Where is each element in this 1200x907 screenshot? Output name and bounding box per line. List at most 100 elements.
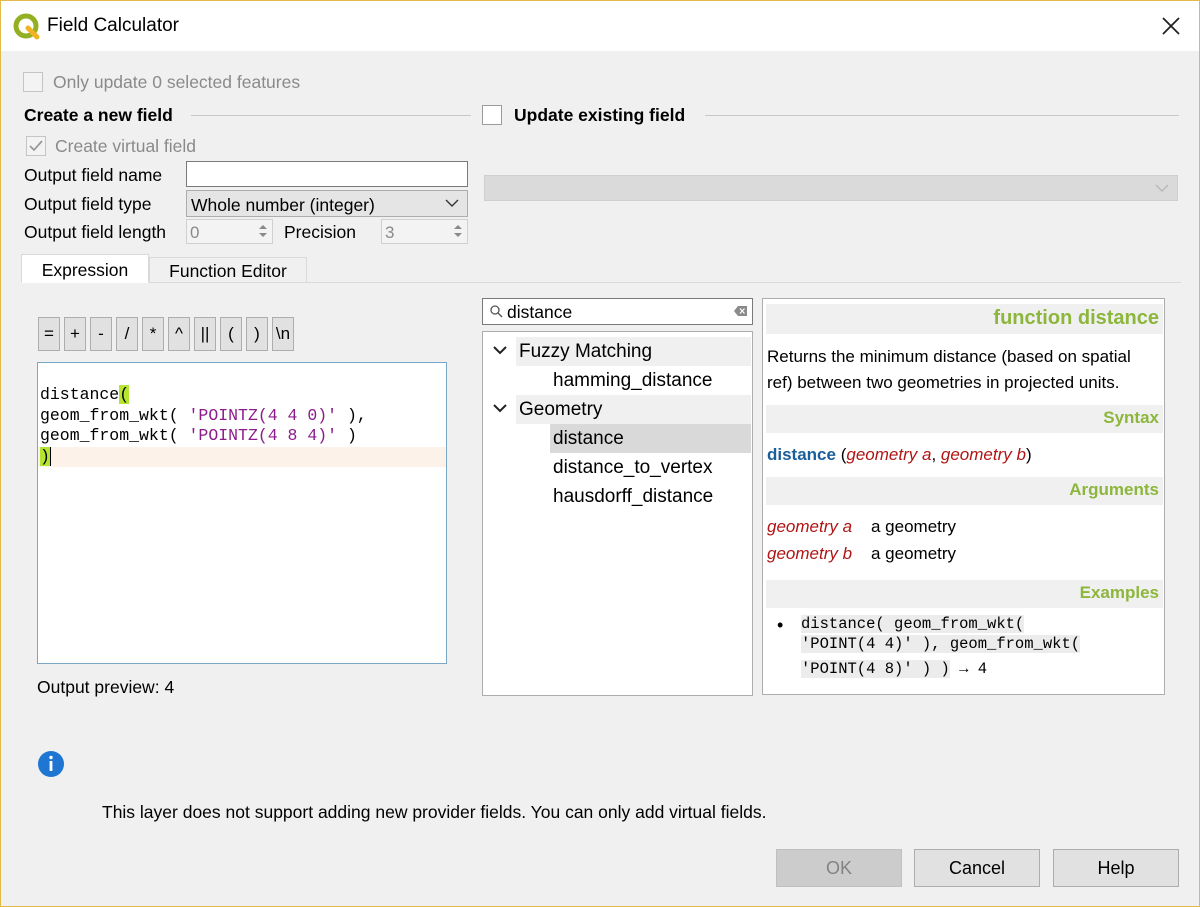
syntax-comma: , (931, 445, 941, 464)
operator-newline-button[interactable]: \n (272, 317, 294, 351)
function-help-panel: function distance Returns the minimum di… (762, 298, 1165, 695)
search-value: distance (507, 302, 573, 322)
existing-field-select[interactable] (484, 175, 1178, 201)
matched-brace: ( (119, 385, 130, 404)
ok-button[interactable]: OK (776, 849, 902, 887)
chevron-down-icon (1155, 184, 1169, 192)
update-existing-field-checkbox[interactable] (482, 105, 502, 125)
help-syntax: distance (geometry a, geometry b) (767, 445, 1032, 465)
example-line-2: 'POINT(4 4)' ), geom_from_wkt( (801, 635, 1081, 653)
help-argument-row: geometry b a geometry (767, 544, 956, 564)
help-title: function distance (766, 304, 1163, 334)
help-description-line-2: ref) between two geometries in projected… (767, 373, 1120, 392)
code-text: geom_from_wkt( (40, 426, 189, 445)
output-field-name-input[interactable] (186, 161, 468, 187)
chevron-down-icon[interactable] (492, 345, 508, 357)
help-button[interactable]: Help (1053, 849, 1179, 887)
current-line-highlight (38, 447, 446, 467)
update-existing-field-title: Update existing field (514, 105, 686, 125)
code-text: ), (337, 406, 367, 425)
clear-search-icon[interactable] (734, 305, 748, 317)
tab-expression[interactable]: Expression (21, 254, 149, 283)
window-title: Field Calculator (47, 15, 179, 36)
create-virtual-field-label: Create virtual field (55, 136, 197, 156)
precision-spinbox[interactable]: 3 (381, 219, 468, 244)
tree-item-distance-to-vertex[interactable]: distance_to_vertex (553, 457, 713, 479)
output-field-name-label: Output field name (24, 165, 163, 185)
only-update-selected-checkbox[interactable] (23, 72, 43, 92)
tree-category-geometry[interactable]: Geometry (519, 399, 602, 421)
code-function-name: distance (40, 385, 120, 404)
output-field-length-label: Output field length (24, 222, 167, 242)
help-syntax-header: Syntax (766, 405, 1163, 433)
create-field-group-title: Create a new field (24, 105, 173, 125)
chevron-down-icon (445, 199, 459, 207)
group-separator (191, 115, 471, 116)
info-message: This layer does not support adding new p… (102, 802, 767, 822)
syntax-paren: ) (1025, 445, 1032, 464)
help-description-line-1: Returns the minimum distance (based on s… (767, 347, 1131, 366)
chevron-down-icon[interactable] (492, 403, 508, 415)
operator-multiply-button[interactable]: * (142, 317, 164, 351)
example-line-1: distance( geom_from_wkt( (801, 615, 1025, 633)
field-calculator-dialog: Field Calculator Only update 0 selected … (0, 0, 1200, 907)
syntax-function-name: distance (767, 445, 836, 464)
output-field-length-spinbox[interactable]: 0 (186, 219, 273, 244)
argument-name: geometry a (767, 517, 853, 536)
spin-arrows-icon[interactable] (257, 222, 269, 240)
precision-label: Precision (284, 222, 356, 242)
only-update-selected-label: Only update 0 selected features (53, 72, 301, 92)
text-cursor (49, 447, 51, 466)
function-search-input[interactable]: distance (482, 298, 753, 325)
output-field-type-value: Whole number (integer) (191, 195, 375, 215)
precision-value: 3 (385, 223, 395, 242)
argument-desc: a geometry (871, 517, 957, 536)
tree-item-hamming-distance[interactable]: hamming_distance (553, 370, 712, 392)
example-line-3: 'POINT(4 8)' ) ) → 4 (801, 660, 987, 678)
code-text: ) (337, 426, 357, 445)
operator-close-paren-button[interactable]: ) (246, 317, 268, 351)
help-argument-row: geometry a a geometry (767, 517, 956, 537)
close-icon[interactable] (1151, 7, 1191, 45)
operator-minus-button[interactable]: - (90, 317, 112, 351)
code-line-2: geom_from_wkt( 'POINTZ(4 4 0)' ), (40, 406, 367, 425)
help-arguments-header: Arguments (766, 477, 1163, 505)
spin-arrows-icon[interactable] (452, 222, 464, 240)
qgis-logo-icon (13, 13, 40, 40)
tab-function-editor[interactable]: Function Editor (149, 257, 307, 283)
tree-category-fuzzy-matching[interactable]: Fuzzy Matching (519, 341, 652, 363)
function-tree: Fuzzy Matching hamming_distance Geometry… (482, 331, 753, 696)
argument-desc: a geometry (871, 544, 957, 563)
tree-item-hausdorff-distance[interactable]: hausdorff_distance (553, 486, 713, 508)
output-preview-value: 4 (164, 677, 175, 697)
checkmark-icon (29, 140, 43, 152)
code-line-3: geom_from_wkt( 'POINTZ(4 8 4)' ) (40, 426, 357, 445)
tree-item-distance[interactable]: distance (553, 428, 624, 450)
matched-brace: ) (40, 447, 50, 466)
output-preview: Output preview: 4 (37, 677, 174, 698)
info-icon (38, 751, 64, 777)
output-field-type-label: Output field type (24, 194, 152, 214)
operator-equals-button[interactable]: = (38, 317, 60, 351)
code-line-4: ) (40, 447, 51, 466)
operator-plus-button[interactable]: + (64, 317, 86, 351)
bullet-icon: • (777, 615, 784, 635)
group-separator (705, 115, 1179, 116)
title-bar: Field Calculator (1, 1, 1199, 51)
example-result: → 4 (959, 660, 988, 678)
operator-power-button[interactable]: ^ (168, 317, 190, 351)
operator-open-paren-button[interactable]: ( (220, 317, 242, 351)
output-field-length-value: 0 (190, 223, 200, 242)
operator-concat-button[interactable]: || (194, 317, 216, 351)
output-field-type-select[interactable]: Whole number (integer) (186, 190, 468, 217)
cancel-button[interactable]: Cancel (914, 849, 1040, 887)
help-examples-header: Examples (766, 580, 1163, 608)
create-virtual-field-checkbox[interactable] (26, 136, 46, 156)
code-text: geom_from_wkt( (40, 406, 189, 425)
argument-name: geometry b (767, 544, 853, 563)
code-line-1: distance( (40, 385, 130, 404)
operator-divide-button[interactable]: / (116, 317, 138, 351)
search-icon (490, 305, 503, 318)
expression-editor[interactable]: distance( geom_from_wkt( 'POINTZ(4 4 0)'… (37, 362, 447, 664)
output-preview-label: Output preview: (37, 677, 160, 697)
